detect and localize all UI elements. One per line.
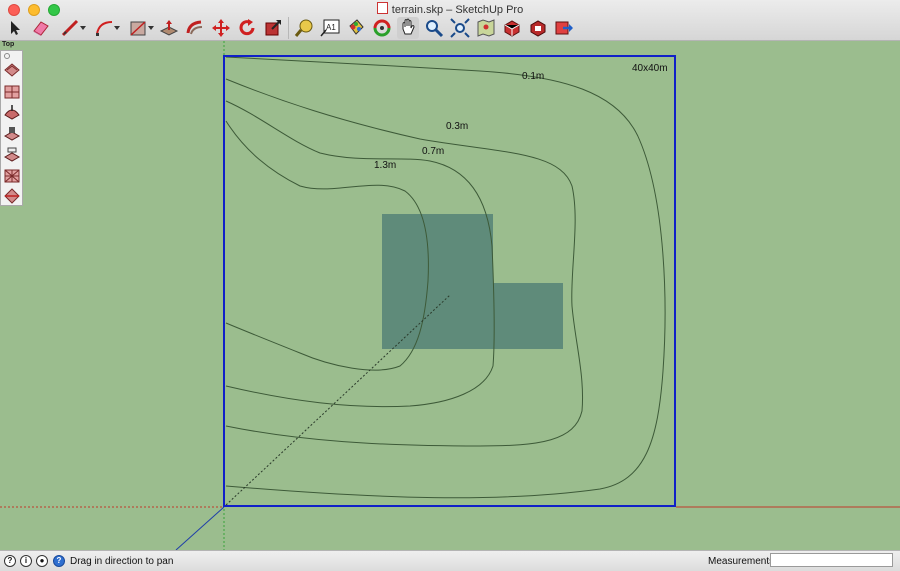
contour-label-0-7m: 0.7m [422,146,444,157]
zoom-extents-tool-icon[interactable] [449,17,471,39]
sandbox-from-contours-icon[interactable] [3,61,21,79]
shapes-tool-icon[interactable] [124,17,154,39]
geo-location-icon[interactable]: ? [4,555,16,567]
credits-icon[interactable]: i [20,555,32,567]
measurements-label: Measurements [708,556,775,567]
contour-label-1-3m: 1.3m [374,160,396,171]
flip-edge-icon[interactable] [3,187,21,205]
drawing-viewport[interactable]: 40x40m 0.1m 0.3m 0.7m 1.3m Top [0,41,900,550]
send-to-layout-icon[interactable] [553,17,575,39]
status-bar: ? i ● ? Drag in direction to pan Measure… [0,550,900,571]
zoom-tool-icon[interactable] [423,17,445,39]
window-title: terrain.skp – SketchUp Pro [0,2,900,16]
map-location-tool-icon[interactable] [475,17,497,39]
extension-warehouse-icon[interactable] [527,17,549,39]
follow-me-tool-icon[interactable] [184,17,206,39]
smoove-icon[interactable] [3,103,21,121]
paint-bucket-tool-icon[interactable] [345,17,367,39]
contour-label-0-1m: 0.1m [522,71,544,82]
text-tool-label: A1 [326,23,336,32]
window-titlebar: terrain.skp – SketchUp Pro A1 [0,0,900,41]
building-footprint[interactable] [382,214,563,349]
sandbox-tool-palette: Top [0,41,24,206]
document-icon [376,2,388,14]
palette-close-button[interactable] [4,53,10,59]
add-detail-icon[interactable] [3,166,21,184]
orbit-tool-icon[interactable] [371,17,393,39]
scale-tool-icon[interactable] [262,17,284,39]
move-tool-icon[interactable] [210,17,232,39]
blue-axis-line [175,506,225,550]
window-title-text: terrain.skp – SketchUp Pro [391,4,524,16]
pan-tool-icon[interactable] [397,17,419,39]
push-pull-tool-icon[interactable] [158,17,180,39]
user-account-icon[interactable]: ● [36,555,48,567]
scene-canvas: 40x40m 0.1m 0.3m 0.7m 1.3m [0,41,900,550]
rotate-tool-icon[interactable] [236,17,258,39]
arc-tool-icon[interactable] [90,17,120,39]
main-toolbar: A1 [4,16,579,40]
line-tool-icon[interactable] [56,17,86,39]
text-tool-icon[interactable]: A1 [319,17,341,39]
tape-measure-tool-icon[interactable] [293,17,315,39]
eraser-tool-icon[interactable] [30,17,52,39]
measurements-input[interactable] [770,553,893,567]
3d-warehouse-icon[interactable] [501,17,523,39]
terrain-size-label: 40x40m [632,63,668,74]
contour-label-0-3m: 0.3m [446,121,468,132]
status-hint: Drag in direction to pan [70,556,174,567]
sandbox-from-scratch-icon[interactable] [3,82,21,100]
palette-body [0,50,23,206]
palette-title: Top [2,41,15,48]
toolbar-separator [288,17,289,39]
stamp-icon[interactable] [3,124,21,142]
instructor-help-icon[interactable]: ? [53,555,65,567]
guide-line [225,294,451,506]
select-tool-icon[interactable] [4,17,26,39]
drape-icon[interactable] [3,145,21,163]
